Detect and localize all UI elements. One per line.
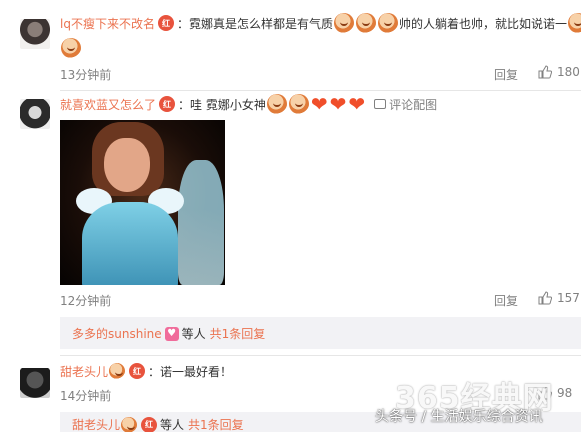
comment-1-line2 [60, 38, 82, 58]
heart-icon: ❤ [329, 92, 347, 116]
divider [60, 355, 581, 356]
monkey-emoji-icon [567, 13, 581, 33]
comment-username[interactable]: 就喜欢蓝又怎么了 [60, 96, 156, 113]
comment-text-continued: 帅的人躺着也帅，就比如说诺一 [398, 16, 567, 31]
image-background-figure [178, 160, 224, 285]
avatar[interactable] [20, 368, 50, 398]
divider [60, 90, 581, 91]
comment-time: 13分钟前 [60, 68, 112, 82]
image-face [104, 138, 150, 192]
monkey-emoji-icon [377, 13, 398, 33]
image-dress [82, 202, 178, 285]
monkey-emoji-icon [61, 38, 81, 58]
monkey-emoji-icon [355, 13, 376, 33]
comment-username[interactable]: lq不瘦下来不改名 [60, 15, 155, 32]
sub-reply-line: 多多的sunshine ♥ 等人 共1条回复 [72, 325, 265, 342]
monkey-emoji-icon [121, 416, 138, 432]
red-badge-icon: 红 [141, 416, 158, 432]
view-image-label: 评论配图 [389, 97, 438, 112]
image-icon [374, 99, 387, 109]
red-badge-icon: 红 [157, 15, 174, 31]
monkey-emoji-icon [333, 13, 354, 33]
like-count: 157 [557, 291, 580, 305]
heart-icon: ❤ [310, 92, 328, 116]
monkey-emoji-icon [109, 363, 126, 379]
like-button[interactable]: 157 [538, 291, 580, 305]
monkey-emoji-icon [288, 94, 309, 114]
thumbs-up-icon [538, 65, 552, 79]
sub-reply-username[interactable]: 多多的sunshine [72, 325, 162, 342]
sub-reply-count[interactable]: 共1条回复 [188, 416, 244, 432]
reply-button[interactable]: 回复 [494, 66, 518, 83]
heart-badge-icon: ♥ [164, 326, 179, 341]
sub-reply-username[interactable]: 甜老头儿 [72, 416, 120, 432]
sub-reply-suffix: 等人 [181, 327, 206, 341]
comment-2-line1: 就喜欢蓝又怎么了 红 ：哇 霓娜小女神 ❤ ❤ ❤ 评论配图 [60, 94, 437, 114]
comment-image[interactable] [60, 120, 225, 285]
comment-username[interactable]: 甜老头儿 [60, 363, 108, 380]
like-count: 180 [557, 65, 580, 79]
red-badge-icon: 红 [129, 363, 146, 379]
red-badge-icon: 红 [159, 96, 176, 112]
reply-button[interactable]: 回复 [494, 292, 518, 309]
sub-reply-line: 甜老头儿 红 等人 共1条回复 [72, 416, 244, 432]
like-button[interactable]: 180 [538, 65, 580, 79]
sub-reply-box[interactable]: 多多的sunshine ♥ 等人 共1条回复 [60, 317, 581, 349]
heart-icon: ❤ [348, 92, 366, 116]
comment-3-line1: 甜老头儿 红 ：诺一最好看！ [60, 361, 232, 381]
comment-time: 12分钟前 [60, 294, 112, 308]
sub-reply-suffix: 等人 [160, 418, 185, 432]
sub-reply-count[interactable]: 共1条回复 [210, 325, 266, 342]
comment-time: 14分钟前 [60, 389, 112, 403]
comment-text: ：哇 霓娜小女神 [178, 97, 266, 112]
watermark-caption: 头条号 / 生活娱乐综合资讯 [375, 409, 543, 425]
comment-text: ：诺一最好看！ [148, 364, 233, 379]
comment-text: ：霓娜真是怎么样都是有气质 [176, 16, 333, 31]
avatar[interactable] [20, 19, 50, 49]
monkey-emoji-icon [266, 94, 287, 114]
avatar[interactable] [20, 99, 50, 129]
view-image-link[interactable]: 评论配图 [374, 96, 437, 113]
like-count: 98 [557, 386, 573, 400]
comment-1-line1: lq不瘦下来不改名 红 ：霓娜真是怎么样都是有气质 帅的人躺着也帅，就比如说诺一 [60, 13, 581, 33]
thumbs-up-icon [538, 291, 552, 305]
